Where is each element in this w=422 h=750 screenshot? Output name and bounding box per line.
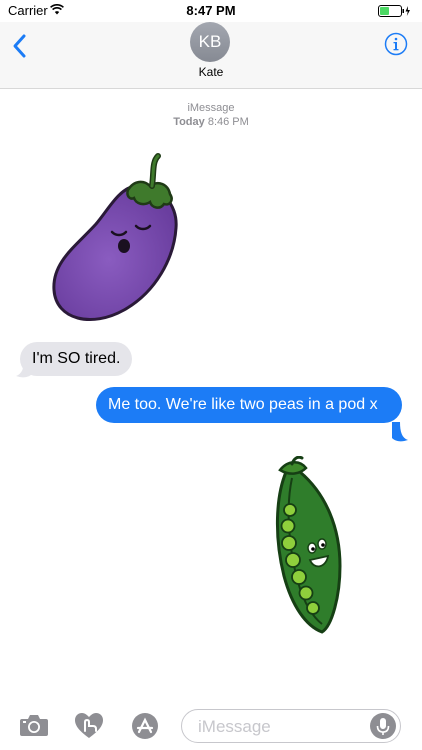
date-time-label: Today 8:46 PM: [0, 115, 422, 129]
message-input-container: [181, 709, 401, 744]
incoming-message-bubble[interactable]: I'm SO tired.: [20, 342, 133, 376]
smiling-pea-pod-sticker[interactable]: [266, 456, 348, 636]
microphone-icon: [376, 718, 390, 735]
message-composer: [0, 700, 422, 750]
service-label: iMessage: [187, 102, 235, 114]
microphone-button[interactable]: [370, 713, 396, 739]
avatar[interactable]: KB: [190, 22, 230, 62]
sleeping-eggplant-sticker[interactable]: [48, 150, 194, 330]
info-icon[interactable]: [384, 32, 408, 56]
status-time: 8:47 PM: [186, 3, 236, 18]
status-bar: Carrier 8:47 PM: [0, 0, 422, 22]
conversation-timestamp: iMessage Today 8:46 PM: [0, 101, 422, 129]
digital-touch-icon[interactable]: [74, 712, 104, 740]
date-label: Today: [173, 116, 205, 128]
time-label: 8:46 PM: [207, 116, 249, 128]
battery-icon: [378, 5, 410, 17]
message-input[interactable]: [196, 710, 370, 744]
outgoing-bubble-tail: [392, 422, 408, 442]
conversation-header: KB Kate: [0, 22, 422, 89]
app-store-icon[interactable]: [128, 712, 162, 740]
contact-name[interactable]: Kate: [0, 65, 422, 79]
camera-icon[interactable]: [19, 712, 49, 738]
outgoing-message-bubble[interactable]: Me too. We're like two peas in a pod x: [96, 387, 402, 423]
chevron-left-icon[interactable]: [8, 32, 32, 60]
